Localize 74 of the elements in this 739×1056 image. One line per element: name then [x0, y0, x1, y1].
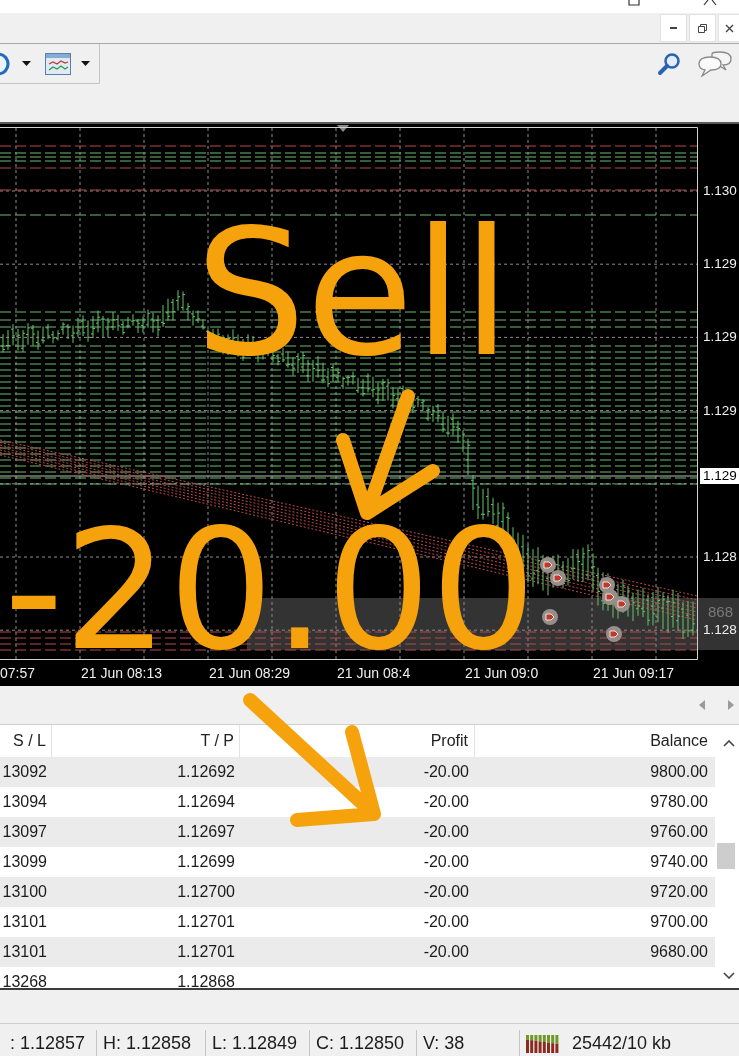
table-cell-text: 13101: [1, 942, 48, 962]
table-cell-text: -20.00: [422, 852, 470, 872]
table-cell-text: 1.12697: [176, 822, 236, 842]
table-cell-text: 13097: [1, 822, 48, 842]
close-button[interactable]: [718, 14, 739, 42]
table-cell-text: 1.12692: [176, 762, 236, 782]
chart-shift-icon[interactable]: [337, 125, 349, 132]
table-cell-text: 13094: [1, 792, 48, 812]
table-cell-text: 9680.00: [649, 942, 709, 962]
status-text: : 1.12857: [10, 1033, 86, 1053]
status-text: C: 1.12850: [316, 1033, 405, 1053]
search-icon[interactable]: [657, 52, 681, 76]
restore-icon: [698, 23, 707, 33]
table-cell-text: 13092: [1, 762, 48, 782]
table-cell-text: -20.00: [422, 882, 470, 902]
table-cell-text: 13268: [1, 972, 48, 988]
price-axis-label: 1.128: [703, 622, 737, 639]
chart-window-icon[interactable]: [45, 52, 71, 75]
column-header[interactable]: Balance: [475, 725, 715, 757]
table-cell-text: -20.00: [422, 822, 470, 842]
table-cell-text: 9800.00: [649, 762, 709, 782]
connection-bars-icon: [526, 1033, 560, 1053]
scroll-down-icon[interactable]: [723, 972, 735, 979]
table-cell-text: 9740.00: [649, 852, 709, 872]
time-axis-label: 07:57: [0, 665, 36, 681]
restore-button[interactable]: [689, 14, 716, 42]
price-axis-label: 1.129: [703, 329, 737, 346]
table-cell-text: 9720.00: [649, 882, 709, 902]
minimize-icon: [670, 27, 677, 29]
handwritten-note: Sell: [195, 222, 511, 366]
table-cell-text: 1.12701: [176, 912, 236, 932]
price-axis-label: 1.130: [703, 183, 737, 199]
table-cell-text: 9700.00: [649, 912, 709, 932]
status-text: L: 1.12849: [212, 1033, 298, 1053]
table-cell-text: 9780.00: [649, 792, 709, 812]
price-axis-label: 1.129: [703, 402, 737, 419]
ring-icon[interactable]: [0, 51, 10, 76]
time-axis-label: 21 Jun 08:29: [209, 665, 290, 681]
table-cell-text: 1.12694: [176, 792, 236, 812]
status-text: 25442/10 kb: [572, 1033, 672, 1053]
table-cell-text: 1.12699: [176, 852, 236, 872]
scroll-up-icon[interactable]: [723, 740, 735, 747]
caret-icon[interactable]: [22, 61, 31, 66]
table-cell-text: 13100: [1, 882, 48, 902]
table-cell-text: 9760.00: [649, 822, 709, 842]
table-cell-text: 1.12868: [176, 972, 236, 988]
table-cell-text: 13099: [1, 852, 48, 872]
time-axis-label: 21 Jun 08:13: [81, 665, 162, 681]
time-axis-label: 21 Jun 09:0: [465, 665, 539, 681]
time-axis-label: 21 Jun 09:17: [593, 665, 674, 681]
table-cell-text: -20.00: [422, 912, 470, 932]
status-text: H: 1.12858: [103, 1033, 192, 1053]
status-text: V: 38: [423, 1033, 465, 1053]
table-cell-text: -20.00: [422, 792, 470, 812]
handwritten-note: -20.00: [4, 522, 536, 661]
close-icon: [725, 23, 734, 33]
close-icon[interactable]: [703, 0, 717, 6]
time-axis-label: 21 Jun 08:4: [337, 665, 411, 681]
table-cell-text: 1.12701: [176, 942, 236, 962]
trade-marker-icon: [614, 596, 630, 612]
scrollbar-thumb[interactable]: [717, 843, 735, 869]
trade-marker-icon: [542, 609, 558, 625]
table-cell-text: -20.00: [422, 762, 470, 782]
chat-icon[interactable]: [698, 51, 732, 77]
trade-price-text: 868: [707, 603, 733, 620]
restore-icon[interactable]: [628, 0, 640, 6]
table-cell-text: 1.12700: [176, 882, 236, 902]
current-price-label: 1.129: [700, 468, 739, 484]
price-axis-label: 1.128: [703, 549, 737, 565]
trade-marker-icon: [550, 570, 566, 586]
caret-icon[interactable]: [81, 61, 90, 66]
table-cell-text: 13101: [1, 912, 48, 932]
price-axis-label: 1.129: [703, 256, 737, 273]
table-cell-text: -20.00: [422, 942, 470, 962]
